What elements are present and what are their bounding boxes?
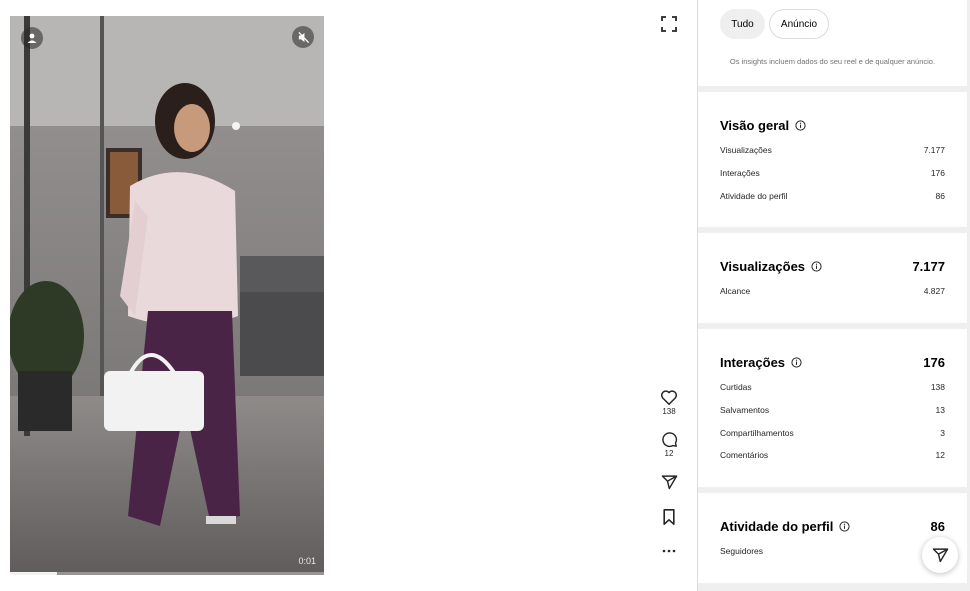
interactions-total: 176 [923, 355, 945, 370]
video-time: 0:01 [298, 556, 316, 566]
fullscreen-icon[interactable] [659, 14, 679, 34]
comment-icon[interactable] [661, 431, 678, 448]
info-icon[interactable] [839, 521, 850, 532]
share-icon[interactable] [661, 474, 678, 491]
overview-rows: Visualizações 7.177 Interações 176 Ativida… [720, 139, 945, 207]
views-card: Visualizações 7.177 Alcance 4.827 [698, 233, 967, 323]
info-icon[interactable] [795, 120, 806, 131]
profile-activity-title: Atividade do perfil [720, 519, 850, 534]
user-icon [27, 33, 37, 43]
more-icon [662, 549, 676, 553]
views-title: Visualizações [720, 259, 822, 274]
list-item: Curtidas 138 [720, 382, 945, 393]
list-item: Compartilhamentos 3 [720, 427, 945, 438]
speaker-muted-icon [297, 31, 309, 43]
comment-count: 12 [664, 449, 674, 458]
save-action[interactable] [652, 508, 686, 526]
info-icon[interactable] [791, 357, 802, 368]
reel-video[interactable]: 0:01 [10, 16, 324, 575]
interactions-title: Interações [720, 355, 802, 370]
list-item: Salvamentos 13 [720, 405, 945, 416]
insights-panel: Tudo Anúncio Os insights incluem dados d… [697, 0, 970, 591]
more-options-button[interactable] [652, 543, 686, 559]
filter-card: Tudo Anúncio Os insights incluem dados d… [698, 0, 967, 86]
insights-note: Os insights incluem dados do seu reel e … [729, 57, 936, 66]
mute-button[interactable] [292, 26, 314, 48]
list-item: Visualizações 7.177 [720, 145, 945, 156]
info-icon[interactable] [811, 261, 822, 272]
video-progress-fill [10, 572, 58, 575]
list-item: Interações 176 [720, 168, 945, 179]
overview-title: Visão geral [720, 118, 806, 133]
overview-card: Visão geral Visualizações 7.177 Interaçõe… [698, 92, 967, 227]
bookmark-icon[interactable] [661, 508, 677, 526]
video-progress-bar[interactable] [10, 572, 324, 575]
like-count: 138 [662, 407, 676, 416]
interactions-card: Interações 176 Curtidas 138 Salvamentos 13… [698, 329, 967, 487]
like-action[interactable]: 138 [652, 389, 686, 416]
profile-activity-total: 86 [930, 519, 945, 534]
share-action[interactable] [652, 474, 686, 491]
filter-ads-button[interactable]: Anúncio [769, 9, 829, 39]
list-item: Seguidores [720, 546, 764, 557]
send-icon [932, 547, 948, 562]
video-frame [10, 16, 324, 575]
list-item: Comentários 12 [720, 450, 945, 461]
views-total: 7.177 [912, 259, 945, 274]
list-item: Alcance 4.827 [720, 286, 945, 297]
filter-all-button[interactable]: Tudo [720, 9, 765, 39]
heart-icon[interactable] [660, 389, 678, 406]
account-button[interactable] [21, 27, 43, 49]
comment-action[interactable]: 12 [652, 431, 686, 458]
direct-message-button[interactable] [922, 537, 958, 573]
list-item: Atividade do perfil 86 [720, 190, 945, 201]
profile-activity-card: Atividade do perfil 86 Seguidores [698, 493, 967, 583]
